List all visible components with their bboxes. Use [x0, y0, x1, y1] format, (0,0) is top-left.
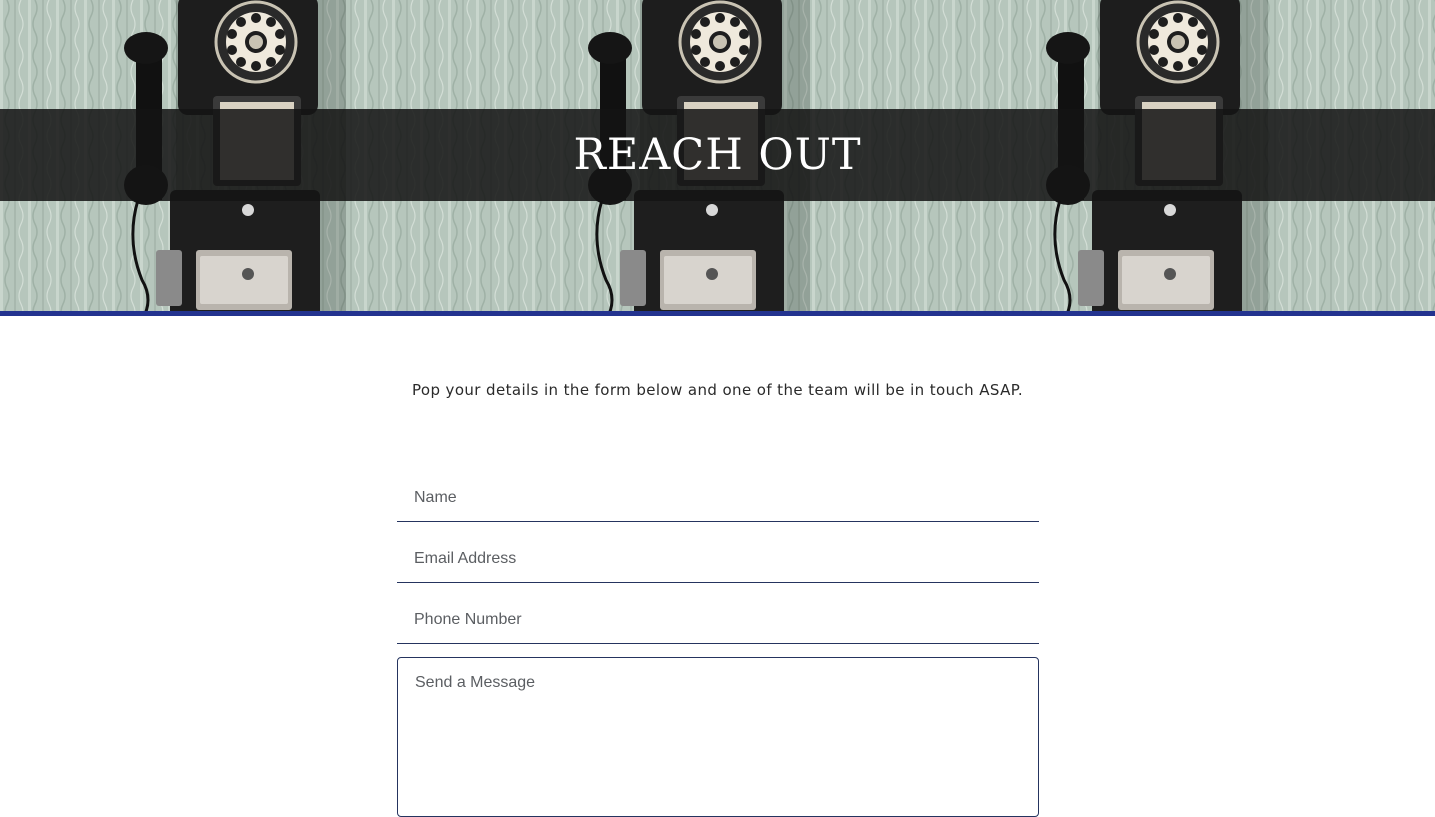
message-textarea[interactable] [397, 657, 1039, 817]
phone-input[interactable] [397, 596, 1039, 644]
hero-title-band: REACH OUT [0, 109, 1435, 201]
email-input[interactable] [397, 535, 1039, 583]
contact-form [397, 474, 1039, 817]
name-input[interactable] [397, 474, 1039, 522]
intro-text: Pop your details in the form below and o… [411, 381, 1024, 399]
hero-banner: REACH OUT [0, 0, 1435, 311]
page-title: REACH OUT [573, 130, 862, 180]
accent-divider [0, 311, 1435, 316]
